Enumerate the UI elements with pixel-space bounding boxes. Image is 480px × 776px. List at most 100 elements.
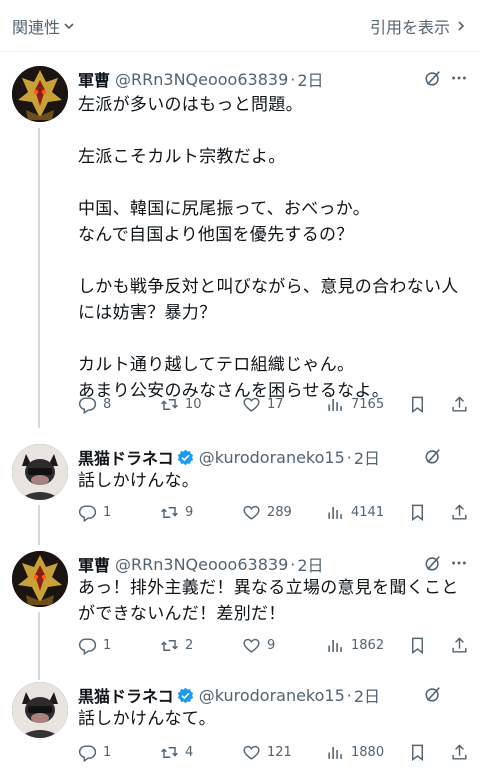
- avatar[interactable]: [12, 682, 68, 738]
- bookmark-button[interactable]: [408, 503, 427, 522]
- reply-button[interactable]: 1: [78, 743, 111, 762]
- heart-icon: [243, 745, 260, 760]
- views-icon: [328, 639, 342, 652]
- like-count: 289: [267, 504, 292, 520]
- reply-icon: [78, 504, 97, 522]
- share-icon: [452, 395, 467, 412]
- sort-relevance-dropdown[interactable]: 関連性: [12, 14, 74, 38]
- armored-figure-avatar-image: [12, 66, 68, 122]
- retweet-icon: [161, 398, 178, 410]
- retweet-button[interactable]: 4: [160, 743, 193, 762]
- tweet-actions: 1 9 289 4141: [78, 500, 468, 524]
- verified-badge-icon: [177, 449, 193, 465]
- timestamp[interactable]: 2日: [354, 683, 380, 707]
- chevron-right-icon: [458, 21, 465, 31]
- cat-ear-person-avatar-image: [12, 444, 68, 500]
- view-quotes-label: 引用を表示: [369, 18, 450, 37]
- more-options-icon[interactable]: [450, 69, 468, 87]
- like-button[interactable]: 17: [242, 395, 284, 414]
- views-button[interactable]: 1880: [326, 743, 384, 762]
- reply-icon: [78, 396, 97, 414]
- reply-count: 1: [103, 744, 112, 760]
- like-count: 121: [267, 744, 292, 760]
- share-button[interactable]: [450, 743, 469, 762]
- display-name[interactable]: 軍曹: [78, 67, 110, 91]
- bookmark-icon: [412, 396, 423, 413]
- tweet-actions: 1 4 121 1880: [78, 740, 468, 764]
- display-name[interactable]: 軍曹: [78, 552, 110, 576]
- user-handle[interactable]: @RRn3NQeooo63839: [115, 70, 288, 89]
- display-name[interactable]: 黒猫ドラネコ: [78, 683, 174, 707]
- retweet-icon: [161, 506, 178, 518]
- like-button[interactable]: 9: [242, 636, 275, 655]
- heart-icon: [243, 505, 260, 520]
- heart-icon: [243, 638, 260, 653]
- heart-icon: [243, 397, 260, 412]
- view-count: 7165: [351, 396, 385, 412]
- tweet-text: 話しかけんなて。: [78, 709, 216, 729]
- tweet-header: 黒猫ドラネコ @kurodoraneko15 · 2日: [78, 683, 470, 707]
- share-button[interactable]: [450, 503, 469, 522]
- tweet[interactable]: 軍曹 @RRn3NQeooo63839 · 2日 左派が多いのはもっと問題。 左…: [0, 66, 480, 426]
- timestamp[interactable]: 2日: [297, 67, 323, 91]
- views-icon: [328, 398, 342, 411]
- separator-dot: ·: [346, 447, 352, 467]
- reply-icon: [78, 637, 97, 655]
- tweet-header: 軍曹 @RRn3NQeooo63839 · 2日: [78, 67, 470, 91]
- avatar[interactable]: [12, 551, 68, 607]
- views-button[interactable]: 1862: [326, 636, 384, 655]
- retweet-count: 10: [185, 396, 202, 412]
- bookmark-icon: [412, 504, 423, 521]
- user-handle[interactable]: @RRn3NQeooo63839: [115, 555, 288, 574]
- view-quotes-link[interactable]: 引用を表示: [370, 14, 466, 38]
- timestamp[interactable]: 2日: [297, 552, 323, 576]
- reply-button[interactable]: 1: [78, 636, 111, 655]
- display-name[interactable]: 黒猫ドラネコ: [78, 445, 174, 469]
- bookmark-button[interactable]: [408, 743, 427, 762]
- tweet[interactable]: 黒猫ドラネコ @kurodoraneko15 · 2日 話しかけんなて。 1 4…: [0, 682, 480, 776]
- share-button[interactable]: [450, 395, 469, 414]
- views-button[interactable]: 4141: [326, 503, 384, 522]
- tweet[interactable]: 黒猫ドラネコ @kurodoraneko15 · 2日 話しかけんな。 1 9 …: [0, 444, 480, 544]
- user-handle[interactable]: @kurodoraneko15: [199, 448, 345, 467]
- grok-icon[interactable]: [424, 447, 442, 465]
- like-count: 17: [267, 396, 284, 412]
- tweet-header: 軍曹 @RRn3NQeooo63839 · 2日: [78, 552, 470, 576]
- reply-count: 8: [103, 396, 112, 412]
- user-handle[interactable]: @kurodoraneko15: [199, 686, 345, 705]
- tweet[interactable]: 軍曹 @RRn3NQeooo63839 · 2日 あっ！排外主義だ！異なる立場の…: [0, 551, 480, 661]
- views-icon: [328, 506, 342, 519]
- separator-dot: ·: [346, 685, 352, 705]
- grok-icon[interactable]: [424, 685, 442, 703]
- sort-label: 関連性: [12, 18, 61, 37]
- view-count: 1862: [351, 637, 385, 653]
- separator-dot: ·: [290, 554, 296, 574]
- bookmark-button[interactable]: [408, 395, 427, 414]
- timestamp[interactable]: 2日: [354, 445, 380, 469]
- retweet-button[interactable]: 10: [160, 395, 202, 414]
- more-options-icon[interactable]: [450, 554, 468, 572]
- avatar[interactable]: [12, 66, 68, 122]
- share-button[interactable]: [450, 636, 469, 655]
- tweet-header: 黒猫ドラネコ @kurodoraneko15 · 2日: [78, 445, 470, 469]
- like-button[interactable]: 121: [242, 743, 292, 762]
- grok-icon[interactable]: [424, 554, 442, 572]
- retweet-count: 2: [185, 637, 194, 653]
- grok-icon[interactable]: [424, 69, 442, 87]
- views-button[interactable]: 7165: [326, 395, 384, 414]
- separator-dot: ·: [290, 69, 296, 89]
- retweet-button[interactable]: 9: [160, 503, 193, 522]
- like-button[interactable]: 289: [242, 503, 292, 522]
- chevron-down-icon: [64, 23, 74, 30]
- tweet-text: 左派が多いのはもっと問題。 左派こそカルト宗教だよ。 中国、韓国に尻尾振って、お…: [78, 95, 459, 401]
- avatar[interactable]: [12, 444, 68, 500]
- reply-button[interactable]: 1: [78, 503, 111, 522]
- cat-ear-person-avatar-image: [12, 682, 68, 738]
- reply-button[interactable]: 8: [78, 395, 111, 414]
- bookmark-button[interactable]: [408, 636, 427, 655]
- views-icon: [328, 746, 342, 759]
- tweet-text: 話しかけんな。: [78, 471, 200, 491]
- retweet-icon: [161, 746, 178, 758]
- share-icon: [452, 636, 467, 653]
- retweet-button[interactable]: 2: [160, 636, 193, 655]
